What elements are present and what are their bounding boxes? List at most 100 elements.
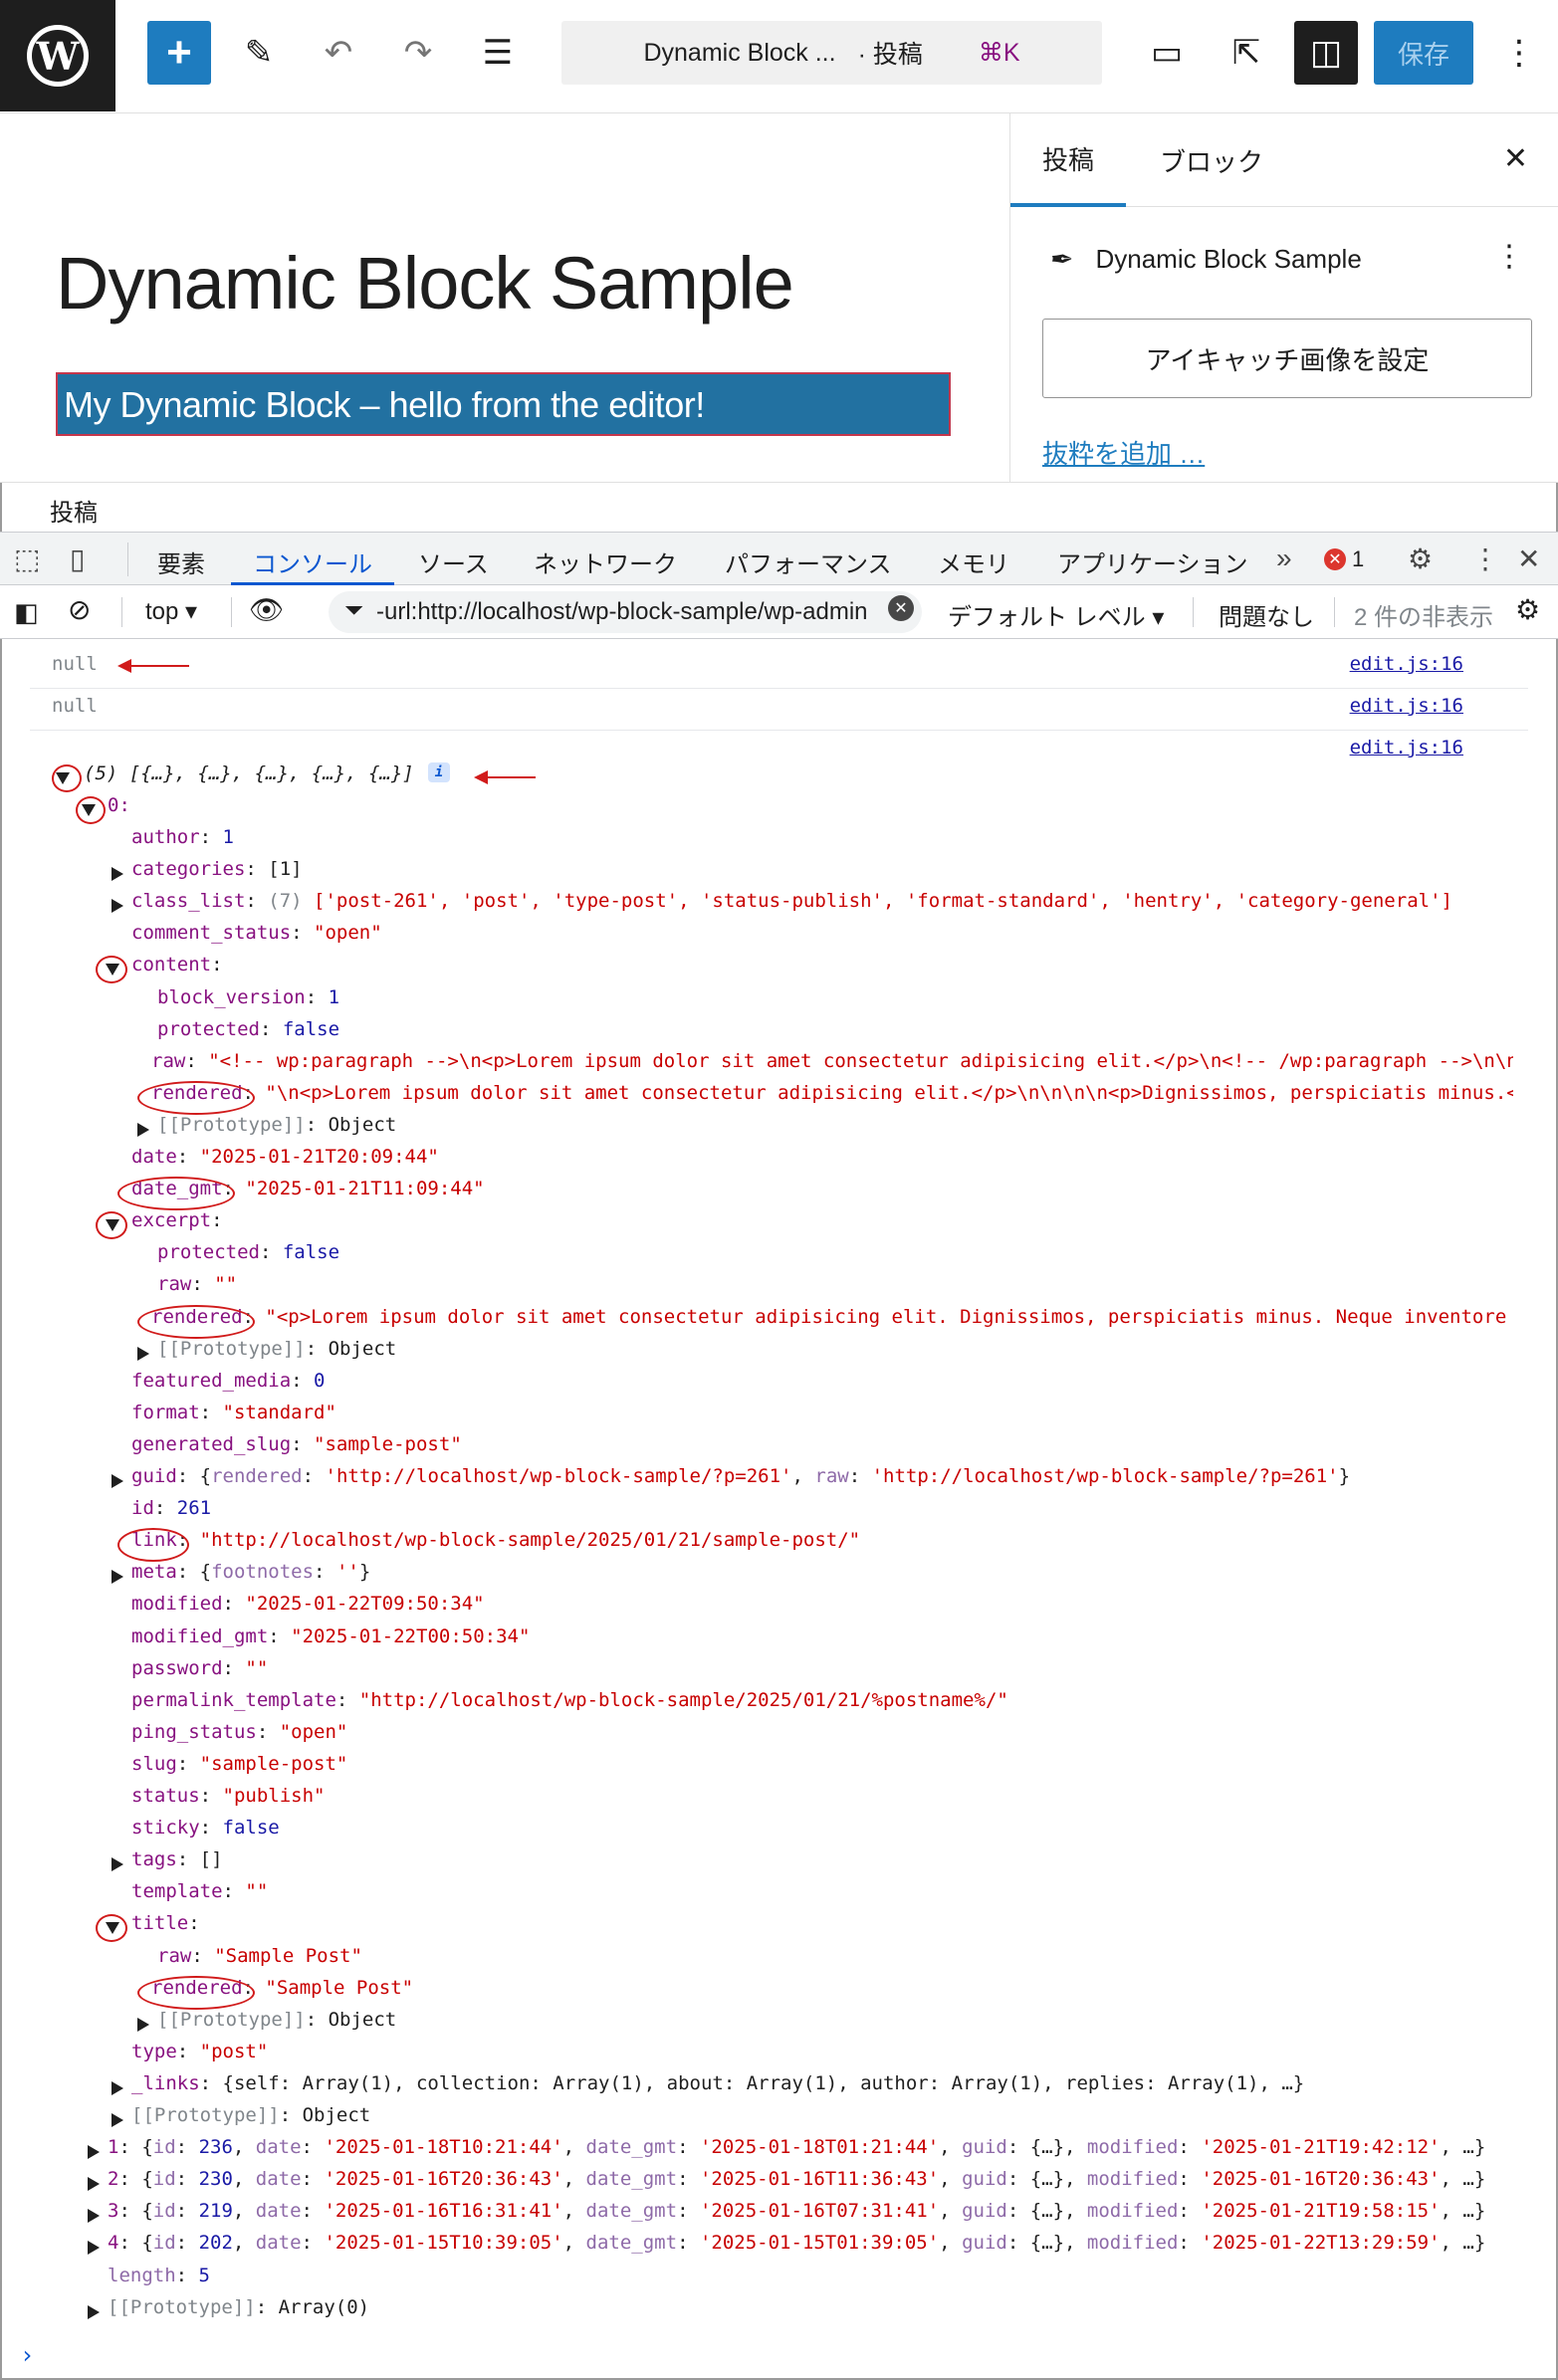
dynamic-block[interactable]: My Dynamic Block – hello from the editor…: [56, 372, 951, 436]
document-overview-icon[interactable]: ☰: [466, 21, 530, 85]
issues-button[interactable]: 問題なし: [1219, 597, 1314, 632]
gear-icon[interactable]: ⚙: [1408, 542, 1433, 575]
tab-sources[interactable]: ソース: [418, 544, 489, 579]
redo-icon[interactable]: ↷: [386, 21, 450, 85]
divider: [30, 730, 1528, 731]
console-message: null edit.js:16: [0, 653, 1513, 685]
close-icon[interactable]: ✕: [1503, 141, 1528, 176]
post-title[interactable]: Dynamic Block Sample: [56, 241, 794, 325]
log-level-dropdown[interactable]: デフォルト レベル ▾: [948, 597, 1164, 632]
property-key: author: [131, 826, 200, 848]
expand-triangle-icon[interactable]: [137, 2017, 149, 2032]
tree-row[interactable]: guid: {rendered: 'http://localhost/wp-bl…: [0, 1465, 1513, 1497]
index-key: 0:: [108, 794, 130, 816]
breadcrumb[interactable]: 投稿: [0, 482, 1558, 532]
expand-triangle-icon[interactable]: [111, 2080, 123, 2095]
prototype-row[interactable]: [[Prototype]]: Array(0): [0, 2296, 1513, 2328]
error-counter[interactable]: ✕ 1: [1324, 546, 1364, 572]
property: type: "post": [131, 2040, 269, 2062]
expand-triangle-icon[interactable]: [88, 2304, 100, 2319]
add-block-button[interactable]: +: [147, 21, 211, 85]
tab-memory[interactable]: メモリ: [938, 544, 1009, 579]
expand-triangle-icon[interactable]: [137, 1122, 149, 1137]
devtools-menu-icon[interactable]: ⋮: [1471, 542, 1499, 575]
tree-row[interactable]: tags: []: [0, 1848, 1513, 1880]
tab-application[interactable]: アプリケーション: [1057, 544, 1248, 579]
clear-console-icon[interactable]: ⊘: [68, 593, 91, 626]
property: [[Prototype]]: Object: [157, 1337, 397, 1360]
tree-row: generated_slug: "sample-post": [0, 1433, 1513, 1465]
source-link[interactable]: edit.js:16: [1350, 737, 1463, 758]
pencil-icon[interactable]: ✎: [227, 21, 291, 85]
tab-elements[interactable]: 要素: [157, 544, 205, 579]
tree-row[interactable]: [[Prototype]]: Object: [0, 1338, 1513, 1370]
inspect-element-icon[interactable]: ⬚: [14, 542, 40, 575]
expand-triangle-icon[interactable]: [137, 1346, 149, 1361]
preview-device-icon[interactable]: ▭: [1135, 21, 1199, 85]
array-item-row[interactable]: 4: {id: 202, date: '2025-01-15T10:39:05'…: [0, 2232, 1513, 2264]
view-post-external-icon[interactable]: ⇱: [1215, 21, 1278, 85]
tree-row[interactable]: content:: [0, 954, 1513, 985]
sidebar-toggle-icon[interactable]: ◧: [14, 597, 39, 628]
tree-row: status: "publish": [0, 1785, 1513, 1817]
info-icon[interactable]: i: [428, 762, 450, 782]
tab-performance[interactable]: パフォーマンス: [725, 544, 892, 579]
command-palette-button[interactable]: Dynamic Block ... · 投稿 ⌘K: [561, 21, 1102, 85]
expand-triangle-icon[interactable]: [111, 899, 123, 914]
console-prompt-icon[interactable]: ›: [20, 2341, 34, 2369]
device-toolbar-icon[interactable]: ▯: [70, 542, 85, 575]
tree-row[interactable]: _links: {self: Array(1), collection: Arr…: [0, 2072, 1513, 2104]
console-message: null edit.js:16: [0, 695, 1513, 727]
expand-triangle-icon[interactable]: [111, 1570, 123, 1585]
array-item-preview: 2: {id: 230, date: '2025-01-16T20:36:43'…: [108, 2168, 1486, 2191]
divider: [30, 688, 1528, 689]
undo-icon[interactable]: ↶: [307, 21, 370, 85]
tree-row[interactable]: [[Prototype]]: Object: [0, 1114, 1513, 1146]
tree-row[interactable]: class_list: (7) ['post-261', 'post', 'ty…: [0, 890, 1513, 922]
tree-row[interactable]: [[Prototype]]: Object: [0, 2104, 1513, 2136]
tree-row[interactable]: [[Prototype]]: Object: [0, 2009, 1513, 2041]
annotation-oval: [137, 1080, 255, 1115]
filter-input[interactable]: ⏷ -url:http://localhost/wp-block-sample/…: [329, 591, 922, 633]
tab-console[interactable]: コンソール: [253, 544, 372, 579]
expand-triangle-icon[interactable]: [111, 1474, 123, 1488]
tree-row[interactable]: categories: [1]: [0, 858, 1513, 890]
tree-row[interactable]: meta: {footnotes: ''}: [0, 1561, 1513, 1593]
tree-row[interactable]: (5) [{…}, {…}, {…}, {…}, {…}] i: [0, 762, 1513, 794]
clear-filter-icon[interactable]: ✕: [888, 595, 914, 621]
property: class_list: (7) ['post-261', 'post', 'ty…: [131, 890, 1452, 913]
more-tabs-icon[interactable]: »: [1276, 542, 1292, 574]
array-item-row[interactable]: 1: {id: 236, date: '2025-01-18T10:21:44'…: [0, 2136, 1513, 2168]
wordpress-logo-button[interactable]: W: [0, 0, 115, 111]
tree-row[interactable]: 0:: [0, 794, 1513, 826]
property: guid: {rendered: 'http://localhost/wp-bl…: [131, 1465, 1351, 1487]
post-actions-icon[interactable]: ⋮: [1494, 239, 1524, 274]
expand-triangle-icon[interactable]: [88, 2145, 100, 2160]
context-selector[interactable]: top ▾: [145, 597, 197, 626]
tab-post[interactable]: 投稿: [1010, 113, 1127, 207]
array-item-row[interactable]: 3: {id: 219, date: '2025-01-16T16:31:41'…: [0, 2200, 1513, 2232]
close-devtools-icon[interactable]: ✕: [1517, 542, 1540, 575]
add-excerpt-link[interactable]: 抜粋を追加 …: [1042, 434, 1205, 471]
save-button[interactable]: 保存: [1374, 21, 1473, 85]
expand-triangle-icon[interactable]: [88, 2177, 100, 2192]
eye-icon[interactable]: 👁: [249, 593, 285, 626]
expand-triangle-icon[interactable]: [88, 2241, 100, 2256]
tree-row[interactable]: excerpt:: [0, 1209, 1513, 1241]
options-menu-icon[interactable]: ⋮: [1487, 21, 1551, 85]
expand-triangle-icon[interactable]: [111, 2113, 123, 2127]
expand-triangle-icon[interactable]: [111, 867, 123, 882]
tree-row[interactable]: title:: [0, 1912, 1513, 1944]
tab-network[interactable]: ネットワーク: [534, 544, 677, 579]
property-key: class_list: [131, 890, 246, 913]
source-link[interactable]: edit.js:16: [1350, 695, 1463, 717]
console-output: null edit.js:16 null edit.js:16 edit.js:…: [0, 639, 1558, 2380]
array-item-row[interactable]: 2: {id: 230, date: '2025-01-16T20:36:43'…: [0, 2168, 1513, 2200]
expand-triangle-icon[interactable]: [111, 1857, 123, 1872]
source-link[interactable]: edit.js:16: [1350, 653, 1463, 675]
tab-block[interactable]: ブロック: [1160, 113, 1263, 207]
settings-sidebar-toggle-icon[interactable]: ◫: [1294, 21, 1358, 85]
set-featured-image-button[interactable]: アイキャッチ画像を設定: [1042, 319, 1532, 398]
console-settings-icon[interactable]: ⚙: [1515, 593, 1540, 626]
expand-triangle-icon[interactable]: [88, 2209, 100, 2224]
